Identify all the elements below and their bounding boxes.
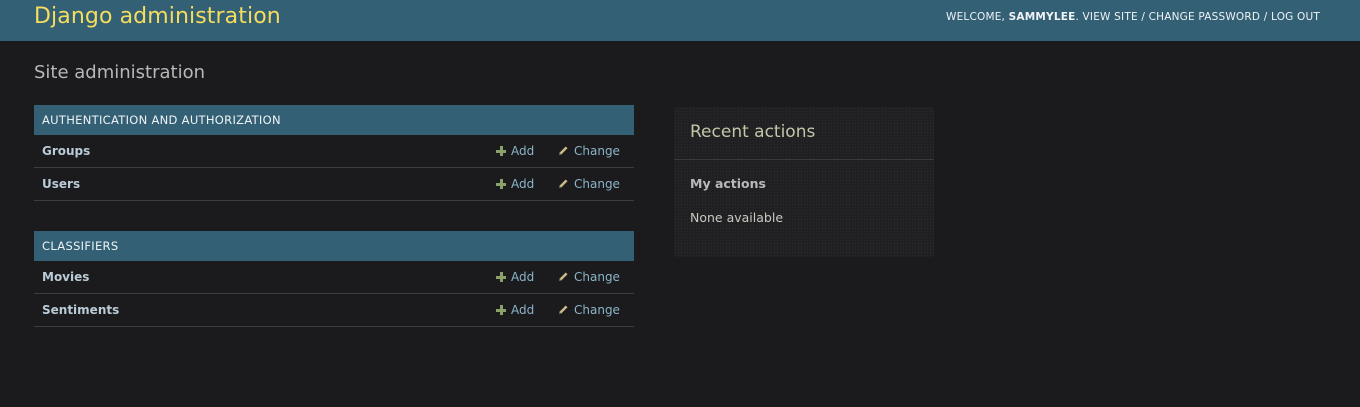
- model-link-groups[interactable]: Groups: [42, 135, 90, 168]
- site-brand[interactable]: Django administration: [34, 3, 281, 31]
- add-label: Add: [511, 270, 535, 284]
- add-sentiments-link[interactable]: Add: [496, 294, 534, 327]
- recent-actions-title: Recent actions: [690, 122, 816, 142]
- module-caption-classifiers[interactable]: CLASSIFIERS: [34, 231, 634, 261]
- model-row-groups: Groups Add Change: [34, 135, 634, 168]
- pencil-icon: [558, 179, 568, 189]
- separator: /: [1260, 11, 1272, 23]
- change-password-link[interactable]: CHANGE PASSWORD: [1149, 11, 1261, 23]
- empty-actions-text: None available: [690, 210, 784, 225]
- model-row-movies: Movies Add Change: [34, 261, 634, 294]
- divider: [674, 159, 934, 160]
- change-label: Change: [574, 177, 620, 191]
- user-tools: WELCOME, SAMMYLEE. VIEW SITE / CHANGE PA…: [946, 10, 1320, 24]
- welcome-prefix: WELCOME,: [945, 11, 1009, 23]
- change-groups-link[interactable]: Change: [558, 135, 620, 168]
- plus-icon: [496, 272, 506, 282]
- add-groups-link[interactable]: Add: [496, 135, 534, 168]
- model-row-sentiments: Sentiments Add Change: [34, 294, 634, 327]
- module-auth: AUTHENTICATION AND AUTHORIZATION Groups …: [34, 105, 634, 201]
- my-actions-heading: My actions: [690, 176, 766, 191]
- welcome-suffix: .: [1075, 11, 1083, 23]
- model-row-users: Users Add Change: [34, 168, 634, 201]
- pencil-icon: [558, 146, 568, 156]
- separator: /: [1137, 11, 1149, 23]
- view-site-link[interactable]: VIEW SITE: [1083, 11, 1138, 23]
- add-label: Add: [511, 303, 535, 317]
- change-label: Change: [574, 270, 620, 284]
- header-bar: Django administration WELCOME, SAMMYLEE.…: [0, 0, 1360, 41]
- change-label: Change: [574, 303, 620, 317]
- log-out-link[interactable]: LOG OUT: [1271, 11, 1320, 23]
- plus-icon: [496, 146, 506, 156]
- change-sentiments-link[interactable]: Change: [558, 294, 620, 327]
- add-label: Add: [511, 144, 535, 158]
- model-link-users[interactable]: Users: [42, 168, 80, 201]
- add-movies-link[interactable]: Add: [496, 261, 534, 294]
- username: SAMMYLEE: [1008, 11, 1076, 23]
- model-link-sentiments[interactable]: Sentiments: [42, 294, 119, 327]
- add-label: Add: [511, 177, 535, 191]
- change-label: Change: [574, 144, 620, 158]
- recent-actions-panel: Recent actions My actions None available: [674, 107, 934, 257]
- change-users-link[interactable]: Change: [558, 168, 620, 201]
- pencil-icon: [558, 272, 568, 282]
- model-link-movies[interactable]: Movies: [42, 261, 89, 294]
- pencil-icon: [558, 305, 568, 315]
- change-movies-link[interactable]: Change: [558, 261, 620, 294]
- plus-icon: [496, 179, 506, 189]
- module-caption-auth[interactable]: AUTHENTICATION AND AUTHORIZATION: [34, 105, 634, 135]
- plus-icon: [496, 305, 506, 315]
- module-classifiers: CLASSIFIERS Movies Add Change Sentiments…: [34, 231, 634, 327]
- page-title: Site administration: [34, 62, 206, 83]
- add-users-link[interactable]: Add: [496, 168, 534, 201]
